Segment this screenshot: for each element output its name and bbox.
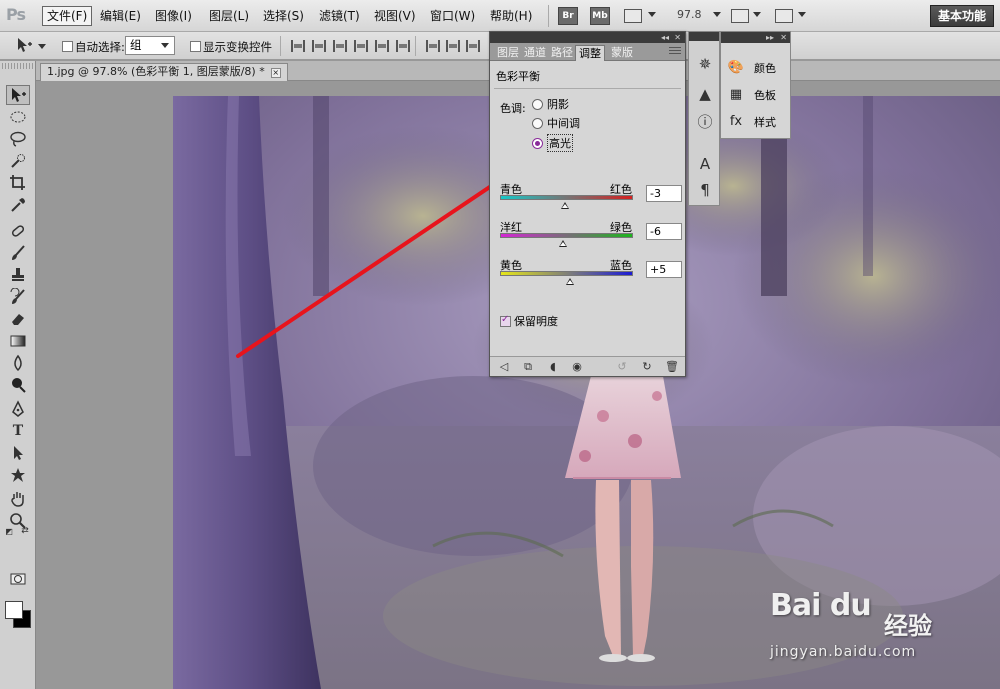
preserve-luminosity-label: 保留明度 (514, 315, 558, 328)
slider-thumb[interactable] (560, 202, 569, 209)
info-icon[interactable]: ⓘ (695, 112, 715, 132)
divider (494, 88, 681, 89)
radio-button-selected[interactable] (532, 137, 543, 149)
tab-adjustments[interactable]: 调整 (575, 45, 605, 61)
slider-value-input[interactable]: -6 (646, 223, 682, 240)
slider-track[interactable] (500, 233, 633, 238)
clip-to-layer-icon[interactable]: ◖ (546, 360, 560, 374)
visibility-eye-icon[interactable]: ◉ (570, 360, 584, 374)
tone-label: 色调: (500, 102, 526, 115)
tab-layers[interactable]: 图层 (494, 45, 522, 61)
expand-view-icon[interactable]: ⧉ (521, 360, 535, 374)
preserve-luminosity-option[interactable]: 保留明度 (500, 313, 558, 329)
tab-channels[interactable]: 通道 (521, 45, 549, 61)
reset-icon[interactable]: ↻ (640, 360, 654, 374)
panel-titlebar[interactable]: ◂◂ ✕ (490, 32, 685, 43)
panel-item-color[interactable]: 🎨 颜色 (727, 58, 776, 78)
tone-option-label: 中间调 (547, 117, 580, 130)
trash-icon[interactable]: 🗑 (665, 360, 679, 374)
tab-paths[interactable]: 路径 (548, 45, 576, 61)
tone-midtones-option[interactable]: 中间调 (532, 115, 580, 131)
close-icon[interactable]: ✕ (674, 33, 681, 42)
magenta-green-slider[interactable]: 洋红 绿色 -6 (500, 219, 683, 255)
foreground-color-swatch[interactable] (5, 601, 23, 619)
panel-tabs: 图层 通道 路径 调整 蒙版 (490, 43, 685, 61)
adjustment-title: 色彩平衡 (496, 70, 540, 83)
slider-thumb[interactable] (565, 278, 574, 285)
tone-shadows-option[interactable]: 阴影 (532, 96, 569, 112)
back-arrow-icon[interactable]: ◁ (497, 360, 511, 374)
slider-track[interactable] (500, 195, 633, 200)
panel-footer: ◁ ⧉ ◖ ◉ ↺ ↻ 🗑 (490, 356, 685, 376)
collapsed-panels-dock: ✵ ▲ ⓘ A ¶ (688, 31, 720, 206)
styles-icon: fx (729, 114, 743, 129)
palette-icon: 🎨 (727, 60, 745, 75)
slider-value-input[interactable]: -3 (646, 185, 682, 202)
photoshop-window: Ps 文件(F) 编辑(E) 图像(I) 图层(L) 选择(S) 滤镜(T) 视… (0, 0, 1000, 689)
tone-highlights-option[interactable]: 高光 (532, 134, 573, 152)
tone-option-label: 高光 (547, 134, 573, 152)
radio-button[interactable] (532, 117, 543, 129)
panel-item-label: 样式 (754, 116, 776, 129)
histogram-icon[interactable]: ▲ (695, 84, 715, 104)
panel-titlebar[interactable]: ▸▸ ✕ (721, 32, 790, 43)
character-icon[interactable]: A (695, 154, 715, 174)
slider-thumb[interactable] (558, 240, 567, 247)
paragraph-icon[interactable]: ¶ (695, 180, 715, 200)
cyan-red-slider[interactable]: 青色 红色 -3 (500, 181, 683, 217)
previous-state-icon[interactable]: ↺ (615, 360, 629, 374)
yellow-blue-slider[interactable]: 黄色 蓝色 +5 (500, 257, 683, 293)
panel-item-styles[interactable]: fx 样式 (727, 112, 776, 132)
preserve-luminosity-checkbox[interactable] (500, 314, 511, 327)
tab-masks[interactable]: 蒙版 (608, 45, 636, 61)
slider-track[interactable] (500, 271, 633, 276)
swatches-icon: ▦ (729, 87, 743, 102)
panel-item-label: 色板 (754, 89, 776, 102)
close-icon[interactable]: ✕ (780, 33, 787, 42)
panel-menu-icon[interactable] (669, 47, 681, 56)
color-swatches-styles-panel: ▸▸ ✕ 🎨 颜色 ▦ 色板 fx 样式 (720, 31, 791, 139)
collapse-icon[interactable]: ▸▸ (766, 33, 774, 42)
panel-grip[interactable] (689, 32, 719, 41)
panel-item-label: 颜色 (754, 62, 776, 75)
adjustments-panel: ◂◂ ✕ 图层 通道 路径 调整 蒙版 色彩平衡 色调: 阴影 中间调 高光 青… (489, 31, 686, 377)
navigator-icon[interactable]: ✵ (695, 54, 715, 74)
radio-button[interactable] (532, 98, 543, 110)
tone-option-label: 阴影 (547, 98, 569, 111)
collapse-icon[interactable]: ◂◂ (661, 33, 669, 42)
slider-value-input[interactable]: +5 (646, 261, 682, 278)
panel-item-swatches[interactable]: ▦ 色板 (727, 85, 776, 105)
